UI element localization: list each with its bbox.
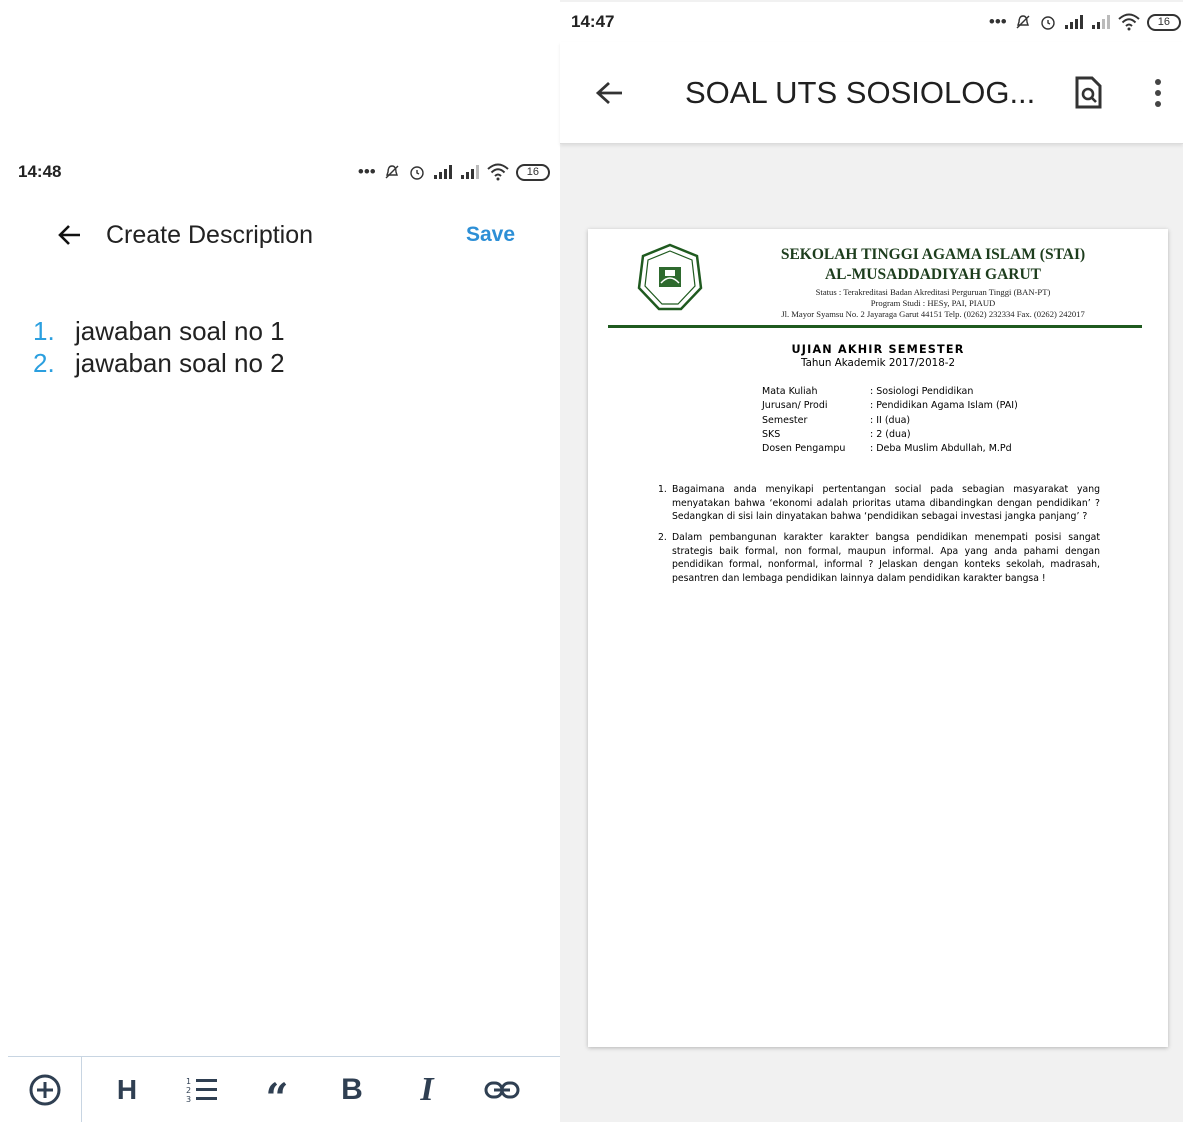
status-bar: 14:48 ••• 16 [0, 152, 560, 192]
battery-indicator: 16 [1146, 13, 1181, 31]
svg-text:3: 3 [186, 1095, 191, 1104]
screenshot-root: 14:48 ••• 16 Create Description Save 1. … [0, 0, 1183, 1122]
info-key: SKS [762, 428, 781, 440]
more-notifications-icon: ••• [357, 162, 376, 181]
status-time: 14:47 [571, 12, 615, 31]
info-row: Semester : II (dua) [762, 414, 1018, 428]
alarm-icon [410, 166, 424, 180]
question-number: 1. [658, 484, 667, 495]
status-time: 14:48 [18, 162, 62, 181]
bold-button[interactable]: B [322, 1057, 382, 1122]
status-bar: 14:47 ••• 16 [560, 2, 1183, 42]
question-item: 2. Dalam pembangunan karakter karakter b… [658, 531, 1100, 585]
numbered-list-icon: 123 [186, 1077, 217, 1104]
back-button[interactable] [55, 220, 85, 250]
svg-text:2: 2 [186, 1086, 191, 1095]
letterhead-divider [608, 325, 1142, 328]
list-item[interactable]: 1. jawaban soal no 1 [33, 315, 285, 347]
alarm-icon [1041, 16, 1055, 30]
info-key: Jurusan/ Prodi [762, 400, 828, 412]
list-item-number: 2. [33, 348, 55, 378]
info-value: : 2 (dua) [870, 428, 911, 440]
wifi-icon [487, 163, 509, 181]
arrow-left-icon [595, 81, 622, 104]
numbered-list-button[interactable]: 123 [172, 1057, 232, 1122]
quote-button[interactable]: “ [232, 1057, 322, 1122]
page-title: Create Description [106, 220, 314, 249]
list-item-text: jawaban soal no 2 [75, 348, 285, 378]
question-item: 1. Bagaimana anda menyikapi pertentangan… [658, 483, 1100, 524]
college-logo [637, 243, 703, 311]
letterhead-line-2: AL-MUSADDADIYAH GARUT [824, 266, 1041, 283]
more-vert-icon [1155, 78, 1161, 85]
list-item-text: jawaban soal no 1 [75, 316, 285, 346]
more-notifications-icon: ••• [988, 12, 1007, 31]
pdf-page[interactable]: SEKOLAH TINGGI AGAMA ISLAM (STAI) AL-MUS… [588, 229, 1168, 1047]
heading-button[interactable]: H [82, 1057, 172, 1122]
description-editor[interactable]: 1. jawaban soal no 1 2. jawaban soal no … [33, 315, 285, 379]
plus-circle-icon [29, 1074, 60, 1105]
list-item-number: 1. [33, 316, 55, 346]
more-options-button[interactable] [1148, 73, 1168, 113]
link-icon [484, 1081, 520, 1098]
document-title: SOAL UTS SOSIOLOG... [685, 74, 1036, 110]
arrow-left-icon [58, 225, 80, 245]
info-key: Semester [762, 414, 808, 426]
link-button[interactable] [472, 1057, 532, 1122]
info-value: : Pendidikan Agama Islam (PAI) [870, 400, 1018, 412]
status-icons: ••• 16 [358, 162, 550, 182]
exam-year: Tahun Akademik 2017/2018-2 [800, 357, 956, 369]
letterhead-line-1: SEKOLAH TINGGI AGAMA ISLAM (STAI) [780, 246, 1086, 263]
back-button[interactable] [593, 76, 627, 110]
info-value: : Sosiologi Pendidikan [870, 386, 974, 397]
status-icons: ••• 16 [989, 12, 1181, 32]
find-in-page-icon [1075, 76, 1102, 108]
pdf-viewer-screen: 14:47 ••• 16 SOAL UTS SOSIOLOG... SEKOLA… [560, 0, 1183, 1122]
wifi-icon [1118, 13, 1140, 31]
mute-icon [385, 165, 399, 179]
info-row: Dosen Pengampu : Deba Muslim Abdullah, M.… [762, 442, 1018, 456]
app-bar: Create Description Save [0, 210, 560, 260]
question-text: Bagaimana anda menyikapi pertentangan so… [672, 484, 1100, 523]
letterhead-address: Jl. Mayor Syamsu No. 2 Jayaraga Garut 44… [781, 309, 1085, 319]
insert-button[interactable] [8, 1056, 82, 1122]
signal-icon [1091, 15, 1110, 29]
save-button[interactable]: Save [466, 223, 515, 247]
mute-icon [1016, 15, 1030, 29]
signal-icon [433, 165, 452, 179]
svg-text:1: 1 [186, 1077, 191, 1086]
more-vert-dot [1155, 89, 1161, 96]
info-row: SKS : 2 (dua) [762, 428, 1018, 442]
question-text: Dalam pembangunan karakter karakter bang… [672, 532, 1100, 584]
course-info: Mata Kuliah : Sosiologi Pendidikan Jurusa… [762, 385, 1018, 456]
info-key: Dosen Pengampu [762, 443, 846, 455]
info-key: Mata Kuliah [762, 386, 818, 397]
signal-icon [460, 165, 479, 179]
viewer-toolbar: SOAL UTS SOSIOLOG... [560, 42, 1183, 144]
italic-button[interactable]: I [382, 1057, 472, 1122]
formatting-toolbar: H 123 “ B I [8, 1056, 560, 1122]
create-description-screen: 14:48 ••• 16 Create Description Save 1. … [0, 0, 560, 1122]
question-number: 2. [658, 532, 667, 543]
letterhead-program: Program Studi : HESy, PAI, PIAUD [870, 298, 996, 308]
info-row: Jurusan/ Prodi : Pendidikan Agama Islam (… [762, 399, 1018, 413]
info-value: : II (dua) [870, 414, 911, 426]
info-value: : Deba Muslim Abdullah, M.Pd [870, 443, 1012, 455]
find-in-document-button[interactable] [1068, 73, 1108, 113]
battery-indicator: 16 [515, 163, 550, 181]
info-row: Mata Kuliah : Sosiologi Pendidikan [762, 385, 1018, 399]
list-item[interactable]: 2. jawaban soal no 2 [33, 347, 285, 379]
signal-icon [1064, 15, 1083, 29]
exam-title: UJIAN AKHIR SEMESTER [791, 343, 965, 356]
letterhead-status: Status : Terakreditasi Badan Akreditasi … [815, 287, 1051, 297]
more-vert-dot [1155, 100, 1161, 107]
